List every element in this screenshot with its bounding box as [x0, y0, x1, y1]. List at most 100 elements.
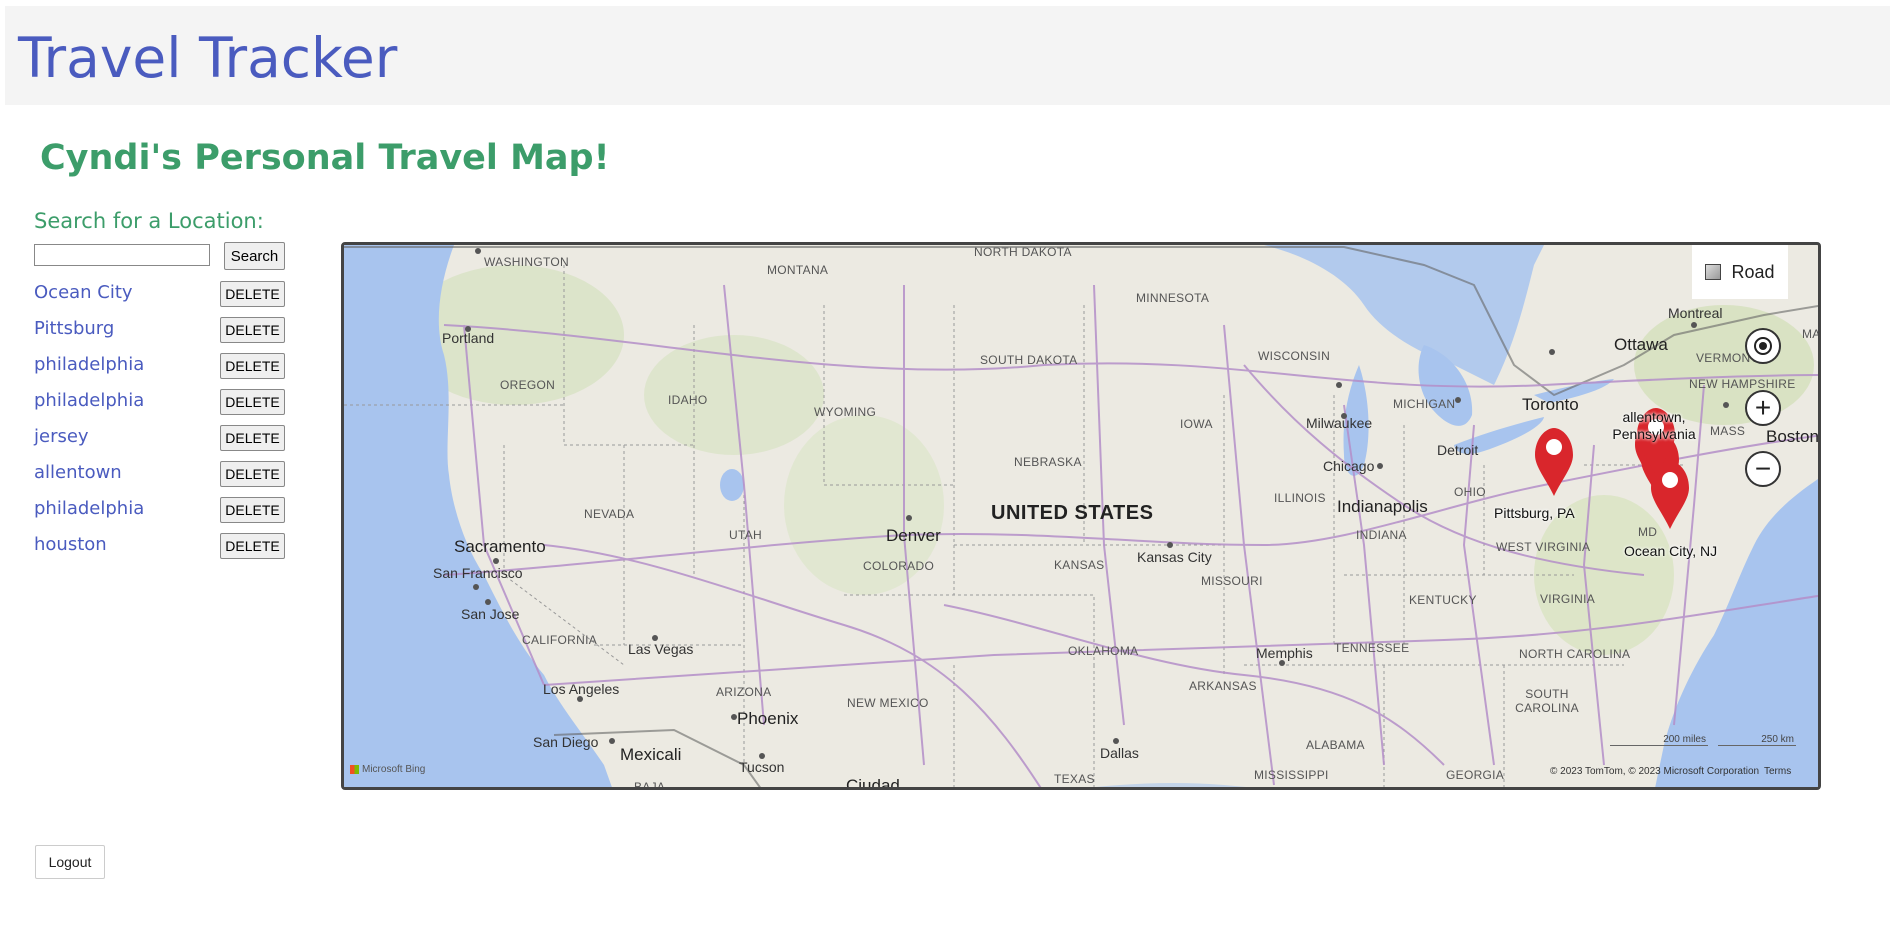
city-label: Memphis [1256, 645, 1313, 661]
city-label: Ottawa [1614, 335, 1668, 354]
state-label: MD [1638, 525, 1658, 539]
delete-button[interactable]: DELETE [220, 497, 285, 523]
location-link[interactable]: philadelphia [34, 390, 144, 411]
pin-label-ocean-city: Ocean City, NJ [1624, 543, 1718, 559]
state-label: MASS [1710, 424, 1746, 438]
list-item: Ocean City DELETE [34, 280, 286, 316]
app-title: Travel Tracker [18, 26, 398, 90]
state-label: KANSAS [1054, 558, 1105, 572]
state-label: NORTH CAROLINA [1519, 647, 1631, 661]
scale-bar-miles: 200 miles [1610, 734, 1708, 746]
delete-button[interactable]: DELETE [220, 533, 285, 559]
state-label: NORTH DAKOTA [974, 245, 1072, 259]
delete-button[interactable]: DELETE [220, 281, 285, 307]
location-link[interactable]: Pittsburg [34, 318, 114, 339]
zoom-in-button[interactable]: + [1745, 390, 1781, 426]
state-label: WISCONSIN [1258, 349, 1331, 363]
bing-logo-text: Microsoft Bing [362, 764, 426, 775]
plus-icon: + [1754, 392, 1772, 423]
list-item: philadelphia DELETE [34, 388, 286, 424]
city-label: Boston [1766, 427, 1819, 446]
list-item: jersey DELETE [34, 424, 286, 460]
delete-button[interactable]: DELETE [220, 353, 285, 379]
minus-icon: − [1754, 453, 1772, 484]
state-label: SOUTH CAROLINA [1515, 687, 1579, 715]
delete-button[interactable]: DELETE [220, 425, 285, 451]
location-link[interactable]: allentown [34, 462, 122, 483]
location-link[interactable]: jersey [34, 426, 89, 447]
state-label: ALABAMA [1306, 738, 1365, 752]
bing-logo: Microsoft Bing [350, 764, 425, 775]
state-label: GEORGIA [1446, 768, 1505, 782]
state-label: NEW HAMPSHIRE [1689, 377, 1796, 391]
state-label: OHIO [1454, 485, 1486, 499]
city-label: San Francisco [433, 565, 523, 581]
page-title: Cyndi's Personal Travel Map! [40, 138, 610, 178]
state-label: OKLAHOMA [1068, 644, 1139, 658]
city-label: Dallas [1100, 745, 1139, 761]
location-link[interactable]: houston [34, 534, 107, 555]
state-label: WYOMING [814, 405, 877, 419]
city-label: Montreal [1668, 305, 1723, 321]
city-label: Detroit [1437, 442, 1479, 458]
delete-button[interactable]: DELETE [220, 461, 285, 487]
state-label: TENNESSEE [1334, 641, 1410, 655]
header-bar: Travel Tracker [5, 6, 1890, 105]
great-salt-lake [720, 469, 744, 501]
state-label: NEBRASKA [1014, 455, 1082, 469]
city-label: Toronto [1522, 395, 1579, 414]
state-label: INDIANA [1356, 528, 1407, 542]
travel-map[interactable]: WASHINGTON MONTANA NORTH DAKOTA MINNESOT… [341, 242, 1821, 790]
city-label: San Diego [533, 734, 599, 750]
logout-button[interactable]: Logout [35, 845, 105, 879]
state-label: ILLINOIS [1274, 491, 1326, 505]
state-label: SOUTH DAKOTA [980, 353, 1078, 367]
map-style-label: Road [1731, 261, 1775, 282]
city-label: San Jose [461, 606, 520, 622]
state-label: KENTUCKY [1409, 593, 1477, 607]
state-label: UTAH [729, 528, 762, 542]
city-label: Chicago [1323, 458, 1375, 474]
pin-label-allentown: allentown, Pennsylvania [1612, 409, 1696, 442]
country-label: UNITED STATES [991, 502, 1154, 524]
search-button[interactable]: Search [224, 242, 285, 270]
state-label: IDAHO [668, 393, 708, 407]
state-label: MINNESOTA [1136, 291, 1210, 305]
locate-me-button[interactable] [1745, 328, 1781, 364]
state-label: MONTANA [767, 263, 829, 277]
city-label: Kansas City [1137, 549, 1212, 565]
map-style-selector[interactable]: Road [1692, 245, 1788, 299]
list-item: allentown DELETE [34, 460, 286, 496]
list-item: Pittsburg DELETE [34, 316, 286, 352]
state-label: ARIZONA [716, 685, 772, 699]
state-label: MICHIGAN [1393, 397, 1456, 411]
road-map-icon [1705, 264, 1722, 280]
zoom-out-button[interactable]: − [1745, 451, 1781, 487]
state-label: TEXAS [1054, 772, 1095, 786]
city-label: Mexicali [620, 745, 682, 764]
state-label: MAIN [1802, 327, 1821, 341]
location-list: Ocean City DELETE Pittsburg DELETE phila… [34, 280, 286, 568]
city-label: Phoenix [737, 709, 799, 728]
search-label: Search for a Location: [34, 209, 264, 233]
city-label: Denver [886, 526, 941, 545]
pin-label-pittsburgh: Pittsburg, PA [1494, 505, 1575, 521]
state-label: IOWA [1180, 417, 1213, 431]
location-link[interactable]: philadelphia [34, 354, 144, 375]
state-label: ARKANSAS [1189, 679, 1257, 693]
search-input[interactable] [34, 244, 210, 266]
city-label: Tucson [739, 759, 785, 775]
state-label: MISSOURI [1201, 574, 1263, 588]
location-link[interactable]: philadelphia [34, 498, 144, 519]
state-label: NEW MEXICO [847, 696, 929, 710]
map-attribution: © 2023 TomTom, © 2023 Microsoft Corporat… [1550, 766, 1760, 777]
state-label: VIRGINIA [1540, 592, 1596, 606]
delete-button[interactable]: DELETE [220, 317, 285, 343]
locate-icon [1754, 337, 1772, 355]
state-label: NEVADA [584, 507, 635, 521]
terms-link[interactable]: Terms [1764, 766, 1791, 777]
location-link[interactable]: Ocean City [34, 282, 133, 303]
city-label: Las Vegas [628, 641, 694, 657]
delete-button[interactable]: DELETE [220, 389, 285, 415]
state-label: CALIFORNIA [522, 633, 598, 647]
